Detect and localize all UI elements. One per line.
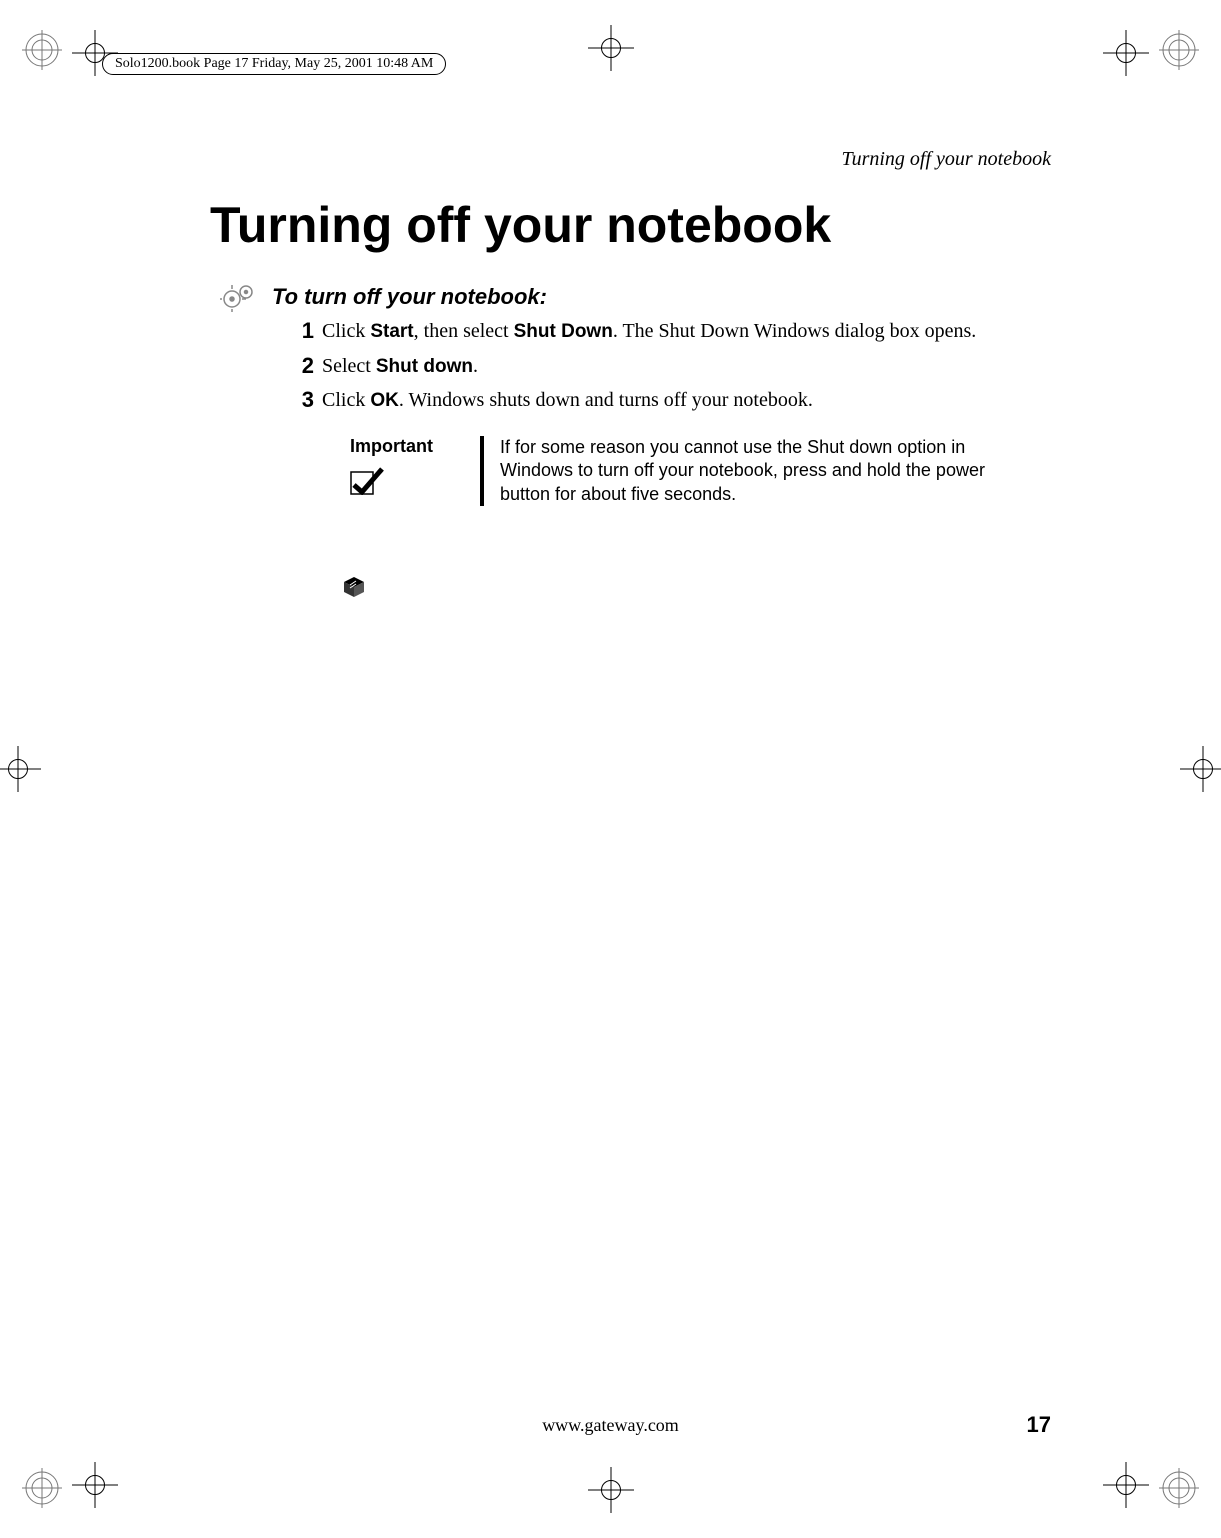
print-header-text: Solo1200.book Page 17 Friday, May 25, 20… xyxy=(102,53,446,75)
registration-mark-icon xyxy=(22,1468,62,1508)
registration-mark-icon xyxy=(1159,1468,1199,1508)
end-of-section-icon xyxy=(342,575,366,599)
important-label: Important xyxy=(350,436,433,457)
step-text: Click Start, then select Shut Down. The … xyxy=(322,318,1060,345)
crop-mark-icon xyxy=(588,25,634,71)
checkmark-icon xyxy=(350,467,384,495)
crop-mark-icon xyxy=(1180,746,1221,792)
step-text: Click OK. Windows shuts down and turns o… xyxy=(322,387,1060,414)
page-number: 17 xyxy=(1027,1412,1051,1438)
crop-mark-icon xyxy=(1103,1462,1149,1508)
steps-heading: To turn off your notebook: xyxy=(272,284,547,310)
print-header: Solo1200.book Page 17 Friday, May 25, 20… xyxy=(102,53,446,75)
registration-mark-icon xyxy=(22,30,62,70)
step-number: 3 xyxy=(292,387,314,413)
divider xyxy=(480,436,484,506)
registration-mark-icon xyxy=(1159,30,1199,70)
important-text: If for some reason you cannot use the Sh… xyxy=(500,436,1020,506)
crop-mark-icon xyxy=(588,1467,634,1513)
important-callout: Important If for some reason you cannot … xyxy=(350,436,1060,506)
gears-icon xyxy=(220,282,260,312)
crop-mark-icon xyxy=(0,746,41,792)
step-item: 2 Select Shut down. xyxy=(292,353,1060,380)
step-text: Select Shut down. xyxy=(322,353,1060,380)
footer-url: www.gateway.com xyxy=(542,1415,679,1436)
page-title: Turning off your notebook xyxy=(210,196,831,254)
crop-mark-icon xyxy=(72,1462,118,1508)
steps-section: To turn off your notebook: 1 Click Start… xyxy=(220,282,1060,506)
step-number: 1 xyxy=(292,318,314,344)
step-number: 2 xyxy=(292,353,314,379)
step-item: 3 Click OK. Windows shuts down and turns… xyxy=(292,387,1060,414)
running-head: Turning off your notebook xyxy=(842,148,1051,171)
crop-mark-icon xyxy=(1103,30,1149,76)
step-item: 1 Click Start, then select Shut Down. Th… xyxy=(292,318,1060,345)
